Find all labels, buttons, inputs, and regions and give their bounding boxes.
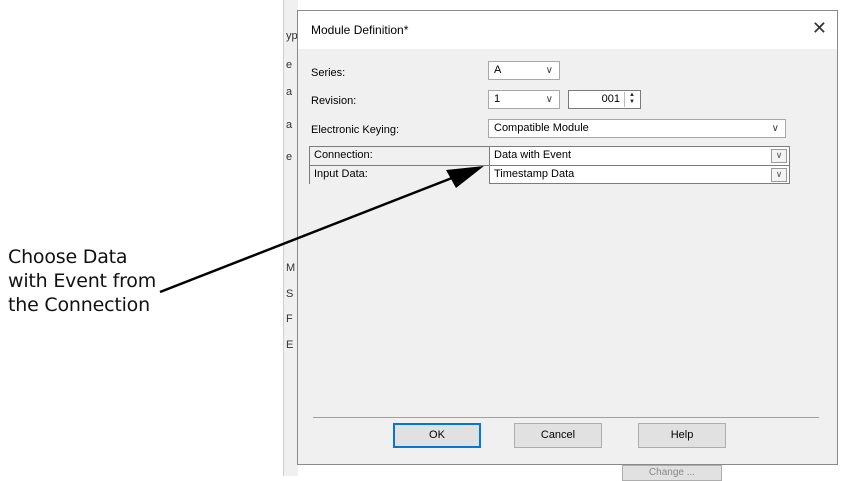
arrow-shaft (159, 176, 453, 294)
arrow-head (446, 166, 484, 188)
annotation-arrow (159, 166, 484, 294)
